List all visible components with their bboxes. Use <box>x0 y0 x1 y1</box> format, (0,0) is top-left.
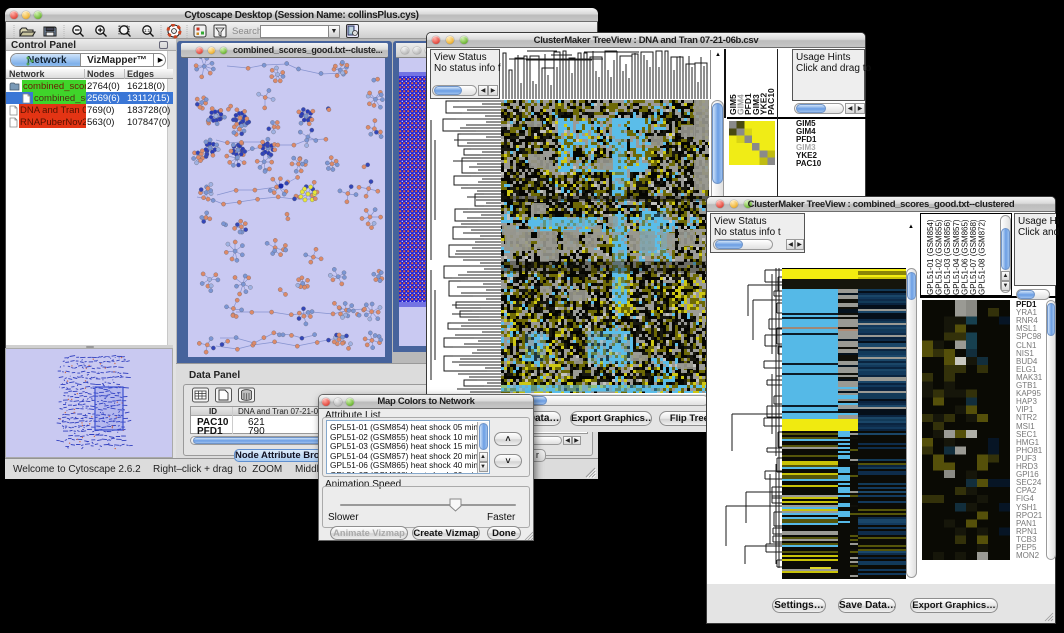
svg-text:1:1: 1:1 <box>144 28 151 33</box>
svg-text:PAC10: PAC10 <box>766 88 776 115</box>
svg-text:GPL51-08 (GSM872): GPL51-08 (GSM872) <box>978 219 987 295</box>
